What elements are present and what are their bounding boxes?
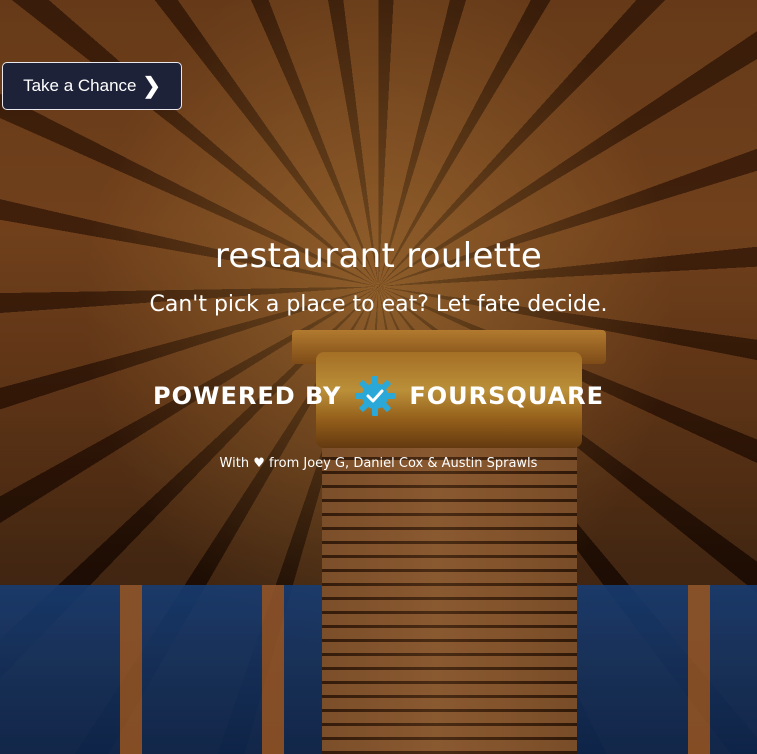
powered-by-foursquare: POWERED BY FOURSQUARE xyxy=(0,374,757,418)
chevron-right-icon: ❯ xyxy=(142,73,161,98)
foursquare-gear-icon xyxy=(355,376,396,416)
take-a-chance-button[interactable]: Take a Chance ❯ xyxy=(2,62,182,110)
powered-by-label: POWERED BY xyxy=(152,382,342,410)
take-a-chance-label: Take a Chance xyxy=(23,76,137,95)
foursquare-label: FOURSQUARE xyxy=(409,382,605,410)
page-title: restaurant roulette xyxy=(214,236,543,276)
credits-text: With ♥ from Joey G, Daniel Cox & Austin … xyxy=(219,456,538,471)
tagline: Can't pick a place to eat? Let fate deci… xyxy=(149,292,608,317)
